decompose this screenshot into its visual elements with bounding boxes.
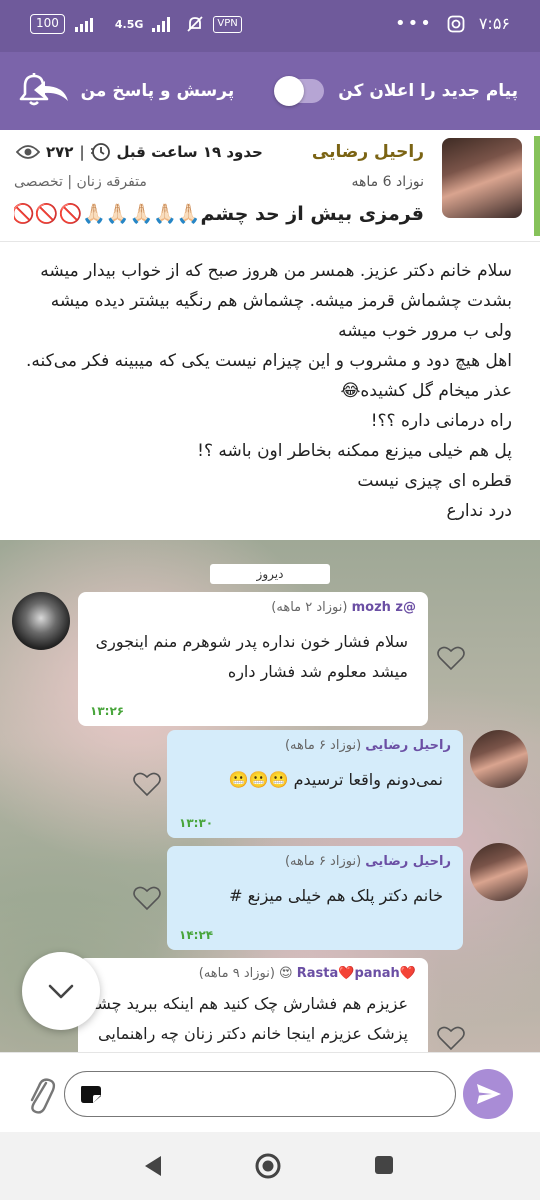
signal-icon [74, 18, 93, 32]
sticker-icon[interactable] [79, 1084, 103, 1104]
post-body-line: درد ندارع [446, 501, 513, 521]
message-author[interactable]: @mozh z [352, 600, 416, 615]
chat-avatar[interactable] [470, 843, 528, 901]
status-left: 100 4.5G VPN [30, 14, 242, 34]
post-baby-age: نوزاد 6 ماهه [351, 174, 425, 190]
message-text: نمی‌دونم واقعا ترسیدم 😬😬😬 [179, 765, 451, 795]
post-body-line: ولی ب مرور خوب میشه [338, 321, 512, 341]
app-header: پیام جدید را اعلان کن پرسش و پاسخ من [0, 52, 540, 130]
post-time-ago: حدود ۱۹ ساعت قبل [116, 143, 263, 161]
post-author[interactable]: راحیل رضایی [312, 142, 424, 162]
message-header: @mozh z (نوزاد ۲ ماهه) [90, 600, 416, 615]
back-nav-icon[interactable] [142, 1154, 164, 1178]
system-nav-bar [0, 1132, 540, 1200]
message-line: نمی‌دونم واقعا ترسیدم 😬😬😬 [228, 770, 443, 789]
message-meta: 😍 (نوزاد ۹ ماهه) [198, 966, 293, 981]
send-icon [477, 1084, 501, 1104]
battery-indicator: 100 [30, 14, 65, 34]
post-body-line: راه درمانی داره ؟؟! [370, 411, 512, 431]
date-divider: دیروز [210, 564, 330, 584]
chat-message[interactable]: @mozh z (نوزاد ۲ ماهه) سلام فشار خون ندا… [78, 592, 428, 726]
mute-icon [187, 16, 204, 32]
post-category[interactable]: متفرقه زنان | تخصصی [14, 174, 147, 190]
message-composer [0, 1052, 540, 1132]
message-input[interactable] [64, 1071, 456, 1117]
heart-outline-icon[interactable] [436, 644, 466, 672]
post-body-line: اهل هیچ دود و مشروب و این چیزام نیست یکی… [25, 351, 512, 371]
chat-message[interactable]: راحیل رضایی (نوزاد ۶ ماهه) خانم دکتر پلک… [167, 846, 463, 950]
network-type: 4.5G [114, 17, 144, 31]
chat-message[interactable]: راحیل رضایی (نوزاد ۶ ماهه) نمی‌دونم واقع… [167, 730, 463, 838]
message-header: ❤️Rasta❤️panah 😍 (نوزاد ۹ ماهه) [90, 966, 416, 981]
toggle-knob [274, 76, 305, 106]
message-meta: (نوزاد ۶ ماهه) [284, 854, 362, 869]
post-body: سلام خانم دکتر عزیز. همسر من هروز صبح که… [0, 242, 540, 540]
message-time: ۱۳:۳۰ [179, 816, 214, 830]
clock-time: ۷:۵۶ [478, 14, 510, 33]
meta-separator: | [79, 143, 85, 161]
post-meta: حدود ۱۹ ساعت قبل | ۲۷۲ [16, 142, 263, 162]
recents-nav-icon[interactable] [373, 1154, 395, 1176]
message-author[interactable]: راحیل رضایی [365, 854, 451, 869]
message-line: پزشک عزیزم اینجا خانم دکتر زنان چه راهنم… [98, 1024, 408, 1043]
message-line: عزیزم هم فشارش چک کنید هم اینکه ببرید چش… [86, 994, 408, 1013]
message-line: میشد معلوم شد فشار داره [227, 662, 408, 681]
post-body-line: عذر میخام گل کشیده😂 [340, 381, 512, 401]
post-title: قرمزی بیش از حد چشم🙏🏻🙏🏻🙏🏻🙏🏻🙏🏻🚫🚫🚫🚫 [14, 203, 424, 225]
scroll-down-button[interactable] [22, 952, 100, 1030]
message-meta: (نوزاد ۲ ماهه) [271, 600, 348, 615]
status-right: ••• ۷:۵۶ [395, 14, 510, 33]
message-author[interactable]: راحیل رضایی [365, 738, 451, 753]
heart-outline-icon[interactable] [132, 770, 162, 798]
signal-strength-icon [152, 17, 171, 32]
instagram-icon [447, 15, 465, 32]
message-meta: (نوزاد ۶ ماهه) [284, 738, 362, 753]
my-qa-button[interactable]: پرسش و پاسخ من [31, 78, 235, 104]
post-body-line: بشدت چشماش قرمز میشه. چشماش هم رنگیه بیش… [50, 291, 512, 311]
heart-outline-icon[interactable] [436, 1024, 466, 1052]
notify-toggle[interactable] [274, 76, 325, 106]
message-author[interactable]: ❤️Rasta❤️panah [297, 966, 416, 981]
message-header: راحیل رضایی (نوزاد ۶ ماهه) [179, 854, 451, 869]
message-line: خانم دکتر پلک هم خیلی میزنع # [229, 886, 443, 905]
post-header-card[interactable]: راحیل رضایی نوزاد 6 ماهه حدود ۱۹ ساعت قب… [0, 130, 540, 242]
post-views: ۲۷۲ [46, 143, 74, 161]
paperclip-icon[interactable] [24, 1073, 56, 1115]
home-nav-icon[interactable] [254, 1152, 282, 1180]
message-text: خانم دکتر پلک هم خیلی میزنع # [179, 881, 451, 911]
notify-toggle-row[interactable]: پیام جدید را اعلان کن [274, 76, 518, 106]
chat-avatar[interactable] [470, 730, 528, 788]
chat-message[interactable]: ❤️Rasta❤️panah 😍 (نوزاد ۹ ماهه) عزیزم هم… [78, 958, 428, 1052]
chat-area[interactable]: دیروز @mozh z (نوزاد ۲ ماهه) سلام فشار خ… [0, 540, 540, 1052]
more-dots-icon: ••• [394, 12, 433, 34]
send-button[interactable] [463, 1069, 513, 1119]
message-time: ۱۳:۲۶ [90, 704, 125, 718]
message-text: عزیزم هم فشارش چک کنید هم اینکه ببرید چش… [86, 989, 416, 1049]
heart-outline-icon[interactable] [132, 884, 162, 912]
author-avatar[interactable] [442, 138, 522, 218]
eye-icon [16, 145, 40, 159]
message-time: ۱۴:۲۴ [179, 928, 214, 942]
message-text: سلام فشار خون نداره پدر شوهرم منم اینجور… [90, 627, 416, 687]
message-line: سلام فشار خون نداره پدر شوهرم منم اینجور… [95, 632, 408, 651]
notify-label: پیام جدید را اعلان کن [338, 81, 518, 101]
post-body-line: قطره ای چیزی نیست [357, 471, 512, 491]
vpn-badge: VPN [213, 15, 242, 33]
post-body-line: پل هم خیلی میزنع ممکنه بخاطر اون باشه ؟! [197, 441, 512, 461]
post-body-line: سلام خانم دکتر عزیز. همسر من هروز صبح که… [40, 261, 512, 281]
clock-icon [90, 143, 110, 161]
bell-icon[interactable] [18, 72, 50, 108]
message-header: راحیل رضایی (نوزاد ۶ ماهه) [179, 738, 451, 753]
qa-label: پرسش و پاسخ من [80, 81, 235, 101]
chat-avatar[interactable] [12, 592, 70, 650]
chevron-down-icon [48, 984, 74, 999]
status-bar: 100 4.5G VPN ••• ۷:۵۶ [0, 0, 540, 52]
